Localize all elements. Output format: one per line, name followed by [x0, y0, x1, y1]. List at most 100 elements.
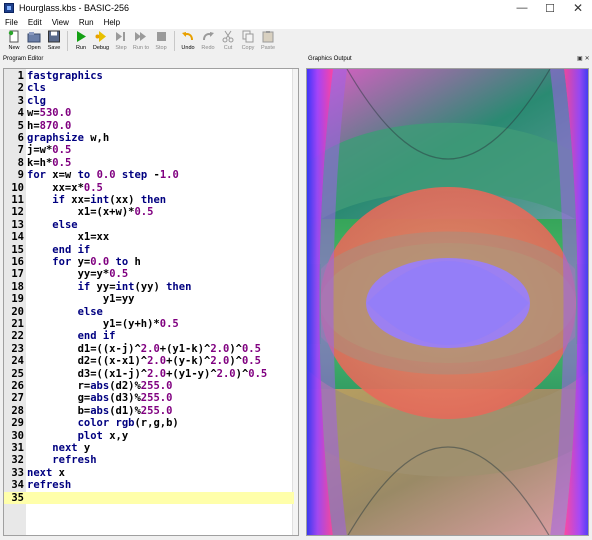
code-line[interactable]: 4 w=530.0: [4, 107, 294, 119]
line-number: 6: [17, 132, 24, 144]
code-text: x1=xx: [27, 231, 110, 243]
code-line[interactable]: 21 y1=(y+h)*0.5: [4, 318, 294, 330]
run-to-button[interactable]: Run to: [131, 29, 151, 53]
code-line[interactable]: 24 d2=((x-x1)^2.0+(y-k)^2.0)^0.5: [4, 355, 294, 367]
code-line[interactable]: 14 x1=xx: [4, 231, 294, 243]
app-icon: [4, 3, 14, 13]
code-text: b=abs(d1)%255.0: [27, 405, 173, 417]
code-token: 0.5: [241, 355, 261, 368]
menu-edit[interactable]: Edit: [23, 18, 47, 27]
stop-label: Stop: [155, 45, 167, 51]
code-line[interactable]: 33 next x: [4, 467, 294, 479]
menu-view[interactable]: View: [47, 18, 74, 27]
code-token: refresh: [27, 479, 72, 492]
cut-label: Cut: [223, 45, 233, 51]
stop-button[interactable]: Stop: [151, 29, 171, 53]
code-line[interactable]: 31 next y: [4, 442, 294, 454]
code-line[interactable]: 10 xx=x*0.5: [4, 182, 294, 194]
stop-icon: [154, 30, 168, 45]
dock-float-close-icons[interactable]: ▣✕: [577, 55, 592, 62]
menu-help[interactable]: Help: [99, 18, 125, 27]
code-text: next y: [27, 442, 90, 454]
code-line[interactable]: 32 refresh: [4, 454, 294, 466]
code-token: next: [52, 442, 78, 454]
code-line[interactable]: 34 refresh: [4, 479, 294, 491]
code-text: color rgb(r,g,b): [27, 417, 179, 429]
code-line[interactable]: 29 color rgb(r,g,b): [4, 417, 294, 429]
code-line[interactable]: 7 j=w*0.5: [4, 144, 294, 156]
code-line[interactable]: 19 y1=yy: [4, 293, 294, 305]
debug-button[interactable]: Debug: [91, 29, 111, 53]
scissors-icon: [221, 30, 235, 45]
code-token: 0.5: [248, 367, 268, 380]
debug-label: Debug: [92, 45, 110, 51]
code-token: +(y1-y)^: [166, 367, 217, 380]
line-number: 34: [11, 479, 24, 492]
new-button[interactable]: New: [4, 29, 24, 53]
code-line[interactable]: 12 x1=(x+w)*0.5: [4, 206, 294, 218]
menu-file[interactable]: File: [0, 18, 23, 27]
line-number: 18: [11, 280, 24, 293]
redo-button[interactable]: Redo: [198, 29, 218, 53]
line-number: 12: [11, 206, 24, 219]
code-line[interactable]: 18 if yy=int(yy) then: [4, 281, 294, 293]
code-line[interactable]: 8 k=h*0.5: [4, 157, 294, 169]
code-token: k=h*: [27, 156, 53, 169]
code-line[interactable]: 22 end if: [4, 330, 294, 342]
paste-button[interactable]: Paste: [258, 29, 278, 53]
code-line[interactable]: 13 else: [4, 219, 294, 231]
code-token: y1=(y+h)*: [27, 318, 160, 330]
code-line[interactable]: 30 plot x,y: [4, 430, 294, 442]
line-number: 16: [11, 256, 24, 268]
line-number: 33: [11, 466, 24, 479]
close-button[interactable]: ✕: [564, 0, 592, 16]
line-number: 19: [11, 293, 24, 306]
code-text: w=530.0: [27, 107, 71, 119]
line-number: 21: [11, 318, 24, 330]
step-button[interactable]: Step: [111, 29, 131, 53]
code-line[interactable]: 1 fastgraphics: [4, 70, 294, 82]
code-line[interactable]: 17 yy=y*0.5: [4, 268, 294, 280]
code-line[interactable]: 11 if xx=int(xx) then: [4, 194, 294, 206]
code-line[interactable]: 9 for x=w to 0.0 step -1.0: [4, 169, 294, 181]
code-line[interactable]: 15 end if: [4, 244, 294, 256]
code-line[interactable]: 20 else: [4, 306, 294, 318]
line-number: 15: [11, 243, 24, 256]
open-button[interactable]: Open: [24, 29, 44, 53]
code-line[interactable]: 25 d3=((x1-j)^2.0+(y1-y)^2.0)^0.5: [4, 368, 294, 380]
code-token: abs: [90, 392, 110, 405]
code-line[interactable]: 23 d1=((x-j)^2.0+(y1-k)^2.0)^0.5: [4, 343, 294, 355]
play-icon: [74, 30, 88, 45]
paste-label: Paste: [260, 45, 276, 51]
code-line[interactable]: 3 clg: [4, 95, 294, 107]
undo-button[interactable]: Undo: [178, 29, 198, 53]
line-number: 8: [17, 156, 24, 169]
code-text: h=870.0: [27, 120, 71, 132]
code-line[interactable]: 6 graphsize w,h: [4, 132, 294, 144]
code-token: cls: [27, 82, 46, 95]
cut-button[interactable]: Cut: [218, 29, 238, 53]
copy-button[interactable]: Copy: [238, 29, 258, 53]
code-line[interactable]: 16 for y=0.0 to h: [4, 256, 294, 268]
code-line[interactable]: 26 r=abs(d2)%255.0: [4, 380, 294, 392]
code-text: else: [27, 306, 103, 318]
code-line[interactable]: 5 h=870.0: [4, 120, 294, 132]
menu-run[interactable]: Run: [74, 18, 99, 27]
line-number: 26: [11, 380, 24, 392]
run-button[interactable]: Run: [71, 29, 91, 53]
maximize-button[interactable]: ☐: [536, 0, 564, 16]
code-line[interactable]: 2 cls: [4, 82, 294, 94]
code-line[interactable]: 27 g=abs(d3)%255.0: [4, 392, 294, 404]
code-text: refresh: [27, 479, 71, 491]
code-line[interactable]: 35: [4, 491, 294, 504]
code-line[interactable]: 28 b=abs(d1)%255.0: [4, 405, 294, 417]
program-editor[interactable]: 1 fastgraphics 2 cls 3 clg 4 w=530.0 5 h=870.0 6 gr…: [3, 68, 299, 536]
save-button[interactable]: Save: [44, 29, 64, 53]
minimize-button[interactable]: —: [508, 0, 536, 16]
code-text: cls: [27, 82, 46, 94]
code-token: for: [52, 256, 72, 268]
debug-icon: [94, 30, 108, 45]
code-text: else: [27, 219, 77, 231]
line-number: 32: [11, 454, 24, 467]
